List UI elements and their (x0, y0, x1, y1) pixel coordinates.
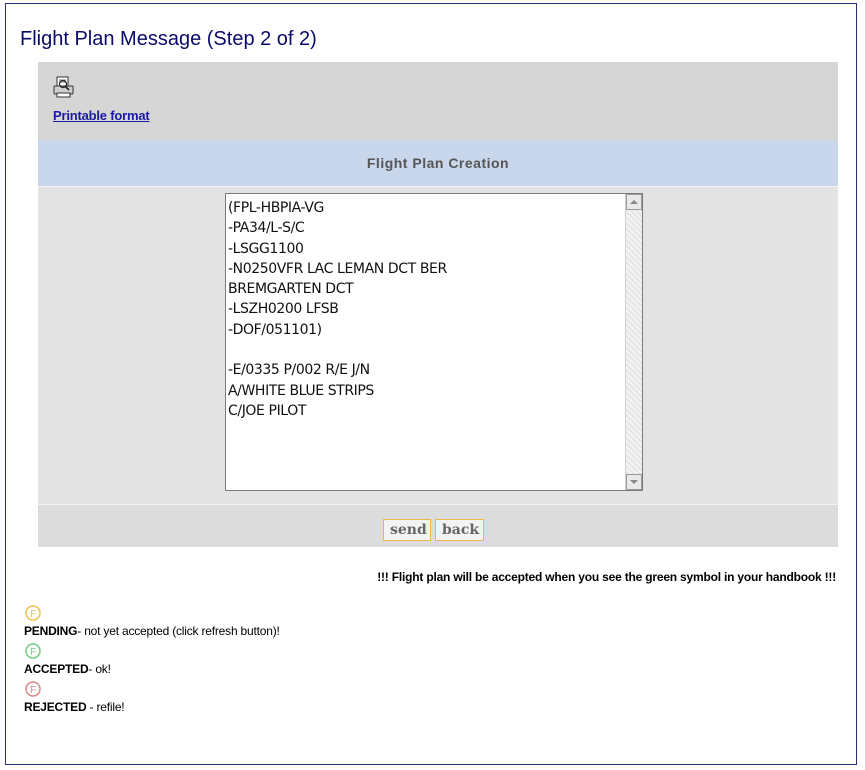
printable-format-link[interactable]: Printable format (53, 108, 150, 123)
legend-rejected: REJECTED - refile! (24, 700, 125, 714)
accepted-label: ACCEPTED (24, 662, 89, 676)
legend-pending: PENDING- not yet accepted (click refresh… (24, 624, 280, 638)
rejected-symbol-letter: F (30, 685, 36, 696)
button-row: send back (38, 504, 838, 547)
flight-plan-text[interactable]: (FPL-HBPIA-VG -PA34/L-S/C -LSGG1100 -N02… (228, 198, 618, 421)
scroll-down-button[interactable] (626, 474, 642, 490)
section-header: Flight Plan Creation (38, 140, 838, 186)
pending-description: - not yet accepted (click refresh button… (77, 624, 280, 638)
arrow-down-icon (630, 480, 638, 484)
acceptance-notice: !!! Flight plan will be accepted when yo… (377, 570, 836, 584)
accepted-symbol-icon: F (25, 643, 41, 659)
pending-symbol-icon: F (25, 605, 41, 621)
pending-label: PENDING (24, 624, 78, 638)
rejected-description: - refile! (86, 700, 125, 714)
accepted-description: - ok! (88, 662, 111, 676)
toolbar: Printable format (38, 62, 838, 140)
rejected-label: REJECTED (24, 700, 87, 714)
back-button[interactable]: back (435, 519, 484, 541)
flight-plan-textarea[interactable]: (FPL-HBPIA-VG -PA34/L-S/C -LSGG1100 -N02… (225, 193, 643, 491)
content-row: (FPL-HBPIA-VG -PA34/L-S/C -LSGG1100 -N02… (38, 186, 838, 505)
printer-icon[interactable] (53, 76, 75, 98)
scroll-up-button[interactable] (626, 194, 642, 210)
flight-plan-panel: Printable format Flight Plan Creation (F… (38, 62, 838, 547)
pending-symbol-letter: F (30, 609, 36, 620)
legend-accepted: ACCEPTED- ok! (24, 662, 111, 676)
textarea-scrollbar[interactable] (625, 194, 642, 490)
accepted-symbol-letter: F (30, 647, 36, 658)
arrow-up-icon (630, 200, 638, 204)
send-button[interactable]: send (383, 519, 431, 541)
page-title: Flight Plan Message (Step 2 of 2) (20, 28, 317, 50)
rejected-symbol-icon: F (25, 681, 41, 697)
section-title: Flight Plan Creation (366, 155, 510, 171)
